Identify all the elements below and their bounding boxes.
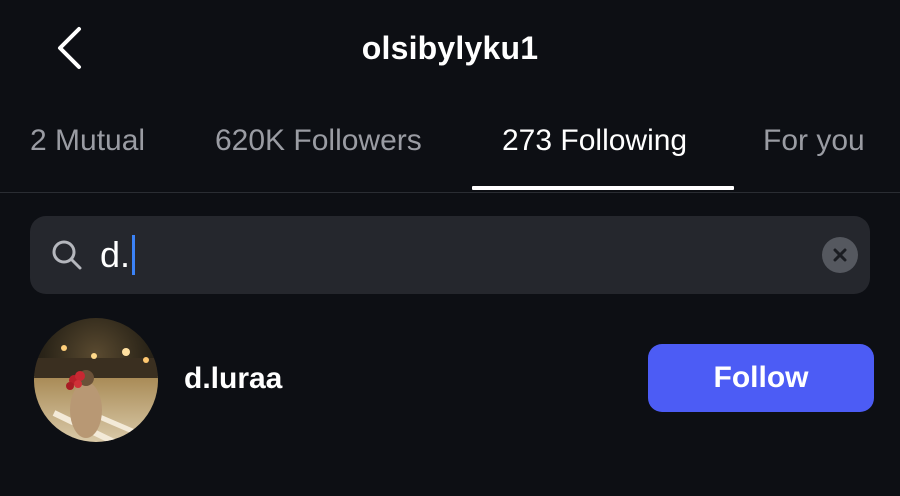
tab-followers[interactable]: 620K Followers — [215, 124, 422, 164]
follow-button[interactable]: Follow — [648, 344, 874, 412]
search-bar[interactable]: d. — [30, 216, 870, 294]
tab-following[interactable]: 273 Following — [502, 124, 687, 164]
active-tab-indicator — [472, 186, 734, 190]
clear-search-button[interactable] — [822, 237, 858, 273]
tab-for-you[interactable]: For you — [763, 124, 865, 164]
avatar[interactable] — [34, 318, 158, 442]
clear-icon — [833, 248, 847, 262]
text-caret — [132, 235, 136, 275]
page-title: olsibylyku1 — [361, 30, 539, 66]
search-input[interactable]: d. — [100, 232, 136, 278]
header: olsibylyku1 — [0, 0, 900, 100]
search-input-value: d. — [100, 234, 131, 275]
following-screen: olsibylyku1 2 Mutual 620K Followers 273 … — [0, 0, 900, 496]
search-icon — [52, 240, 82, 270]
tab-bar: 2 Mutual 620K Followers 273 Following Fo… — [0, 100, 900, 193]
avatar-photo — [34, 318, 158, 442]
username[interactable]: d.luraa — [184, 362, 282, 396]
list-item[interactable]: d.luraa Follow — [0, 314, 900, 446]
tab-mutual[interactable]: 2 Mutual — [30, 124, 145, 164]
